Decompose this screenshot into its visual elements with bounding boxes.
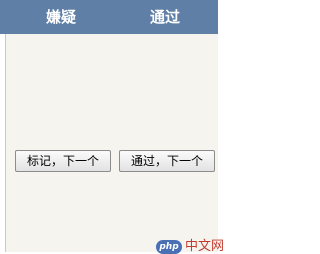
right-margin (218, 0, 243, 252)
panel-left-border (0, 34, 6, 252)
review-panel (0, 34, 218, 252)
pass-next-button[interactable]: 通过，下一个 (119, 150, 215, 172)
column-header-suspect: 嫌疑 (46, 8, 77, 26)
mark-next-button[interactable]: 标记，下一个 (15, 150, 111, 172)
table-header: 嫌疑 通过 (0, 0, 218, 34)
column-header-pass: 通过 (150, 8, 181, 26)
